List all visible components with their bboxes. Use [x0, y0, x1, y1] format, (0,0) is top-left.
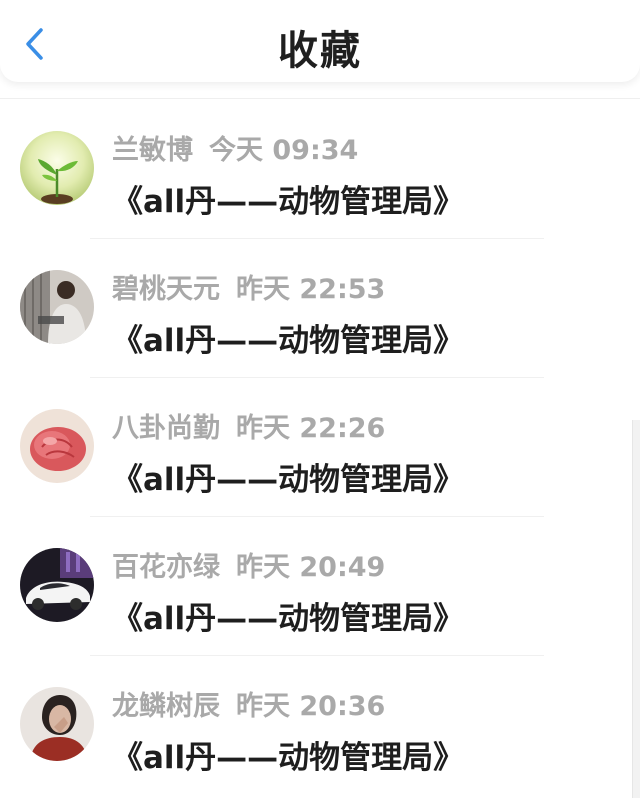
car-avatar-icon — [20, 548, 94, 622]
item-meta: 八卦尚勤 昨天 22:26 — [112, 406, 385, 445]
rose-avatar-icon — [20, 409, 94, 483]
list-item[interactable]: 八卦尚勤 昨天 22:26 《all丹——动物管理局》 — [0, 378, 640, 517]
timestamp: 昨天 22:53 — [236, 274, 386, 305]
sender-name: 百花亦绿 — [112, 552, 220, 583]
message-text: 《all丹——动物管理局》 — [112, 601, 465, 637]
avatar[interactable] — [20, 687, 94, 761]
list-item[interactable]: 百花亦绿 昨天 20:49 《all丹——动物管理局》 — [0, 517, 640, 656]
item-meta: 龙鳞树辰 昨天 20:36 — [112, 684, 385, 723]
avatar[interactable] — [20, 131, 94, 205]
timestamp: 昨天 20:36 — [236, 691, 386, 722]
sender-name: 龙鳞树辰 — [112, 691, 220, 722]
timestamp: 今天 09:34 — [209, 135, 359, 166]
header-bar: 收藏 — [0, 0, 640, 82]
favorites-list: 兰敏博 今天 09:34 《all丹——动物管理局》 碧桃天元 昨天 22:53 《… — [0, 100, 640, 795]
list-item[interactable]: 碧桃天元 昨天 22:53 《all丹——动物管理局》 — [0, 239, 640, 378]
list-item[interactable]: 兰敏博 今天 09:34 《all丹——动物管理局》 — [0, 100, 640, 239]
item-meta: 碧桃天元 昨天 22:53 — [112, 267, 385, 306]
avatar[interactable] — [20, 409, 94, 483]
message-text: 《all丹——动物管理局》 — [112, 184, 465, 220]
page-title: 收藏 — [278, 28, 362, 74]
timestamp: 昨天 22:26 — [236, 413, 386, 444]
sender-name: 兰敏博 — [112, 135, 193, 166]
sender-name: 八卦尚勤 — [112, 413, 220, 444]
divider — [0, 98, 640, 99]
portrait-avatar-icon — [20, 687, 94, 761]
message-text: 《all丹——动物管理局》 — [112, 740, 465, 776]
message-text: 《all丹——动物管理局》 — [112, 323, 465, 359]
sender-name: 碧桃天元 — [112, 274, 220, 305]
avatar[interactable] — [20, 548, 94, 622]
avatar[interactable] — [20, 270, 94, 344]
scrollbar[interactable] — [632, 420, 640, 798]
message-text: 《all丹——动物管理局》 — [112, 462, 465, 498]
person-avatar-icon — [20, 270, 94, 344]
list-item[interactable]: 龙鳞树辰 昨天 20:36 《all丹——动物管理局》 — [0, 656, 640, 795]
timestamp: 昨天 20:49 — [236, 552, 386, 583]
sprout-avatar-icon — [20, 131, 94, 205]
item-meta: 百花亦绿 昨天 20:49 — [112, 545, 385, 584]
item-meta: 兰敏博 今天 09:34 — [112, 128, 358, 167]
